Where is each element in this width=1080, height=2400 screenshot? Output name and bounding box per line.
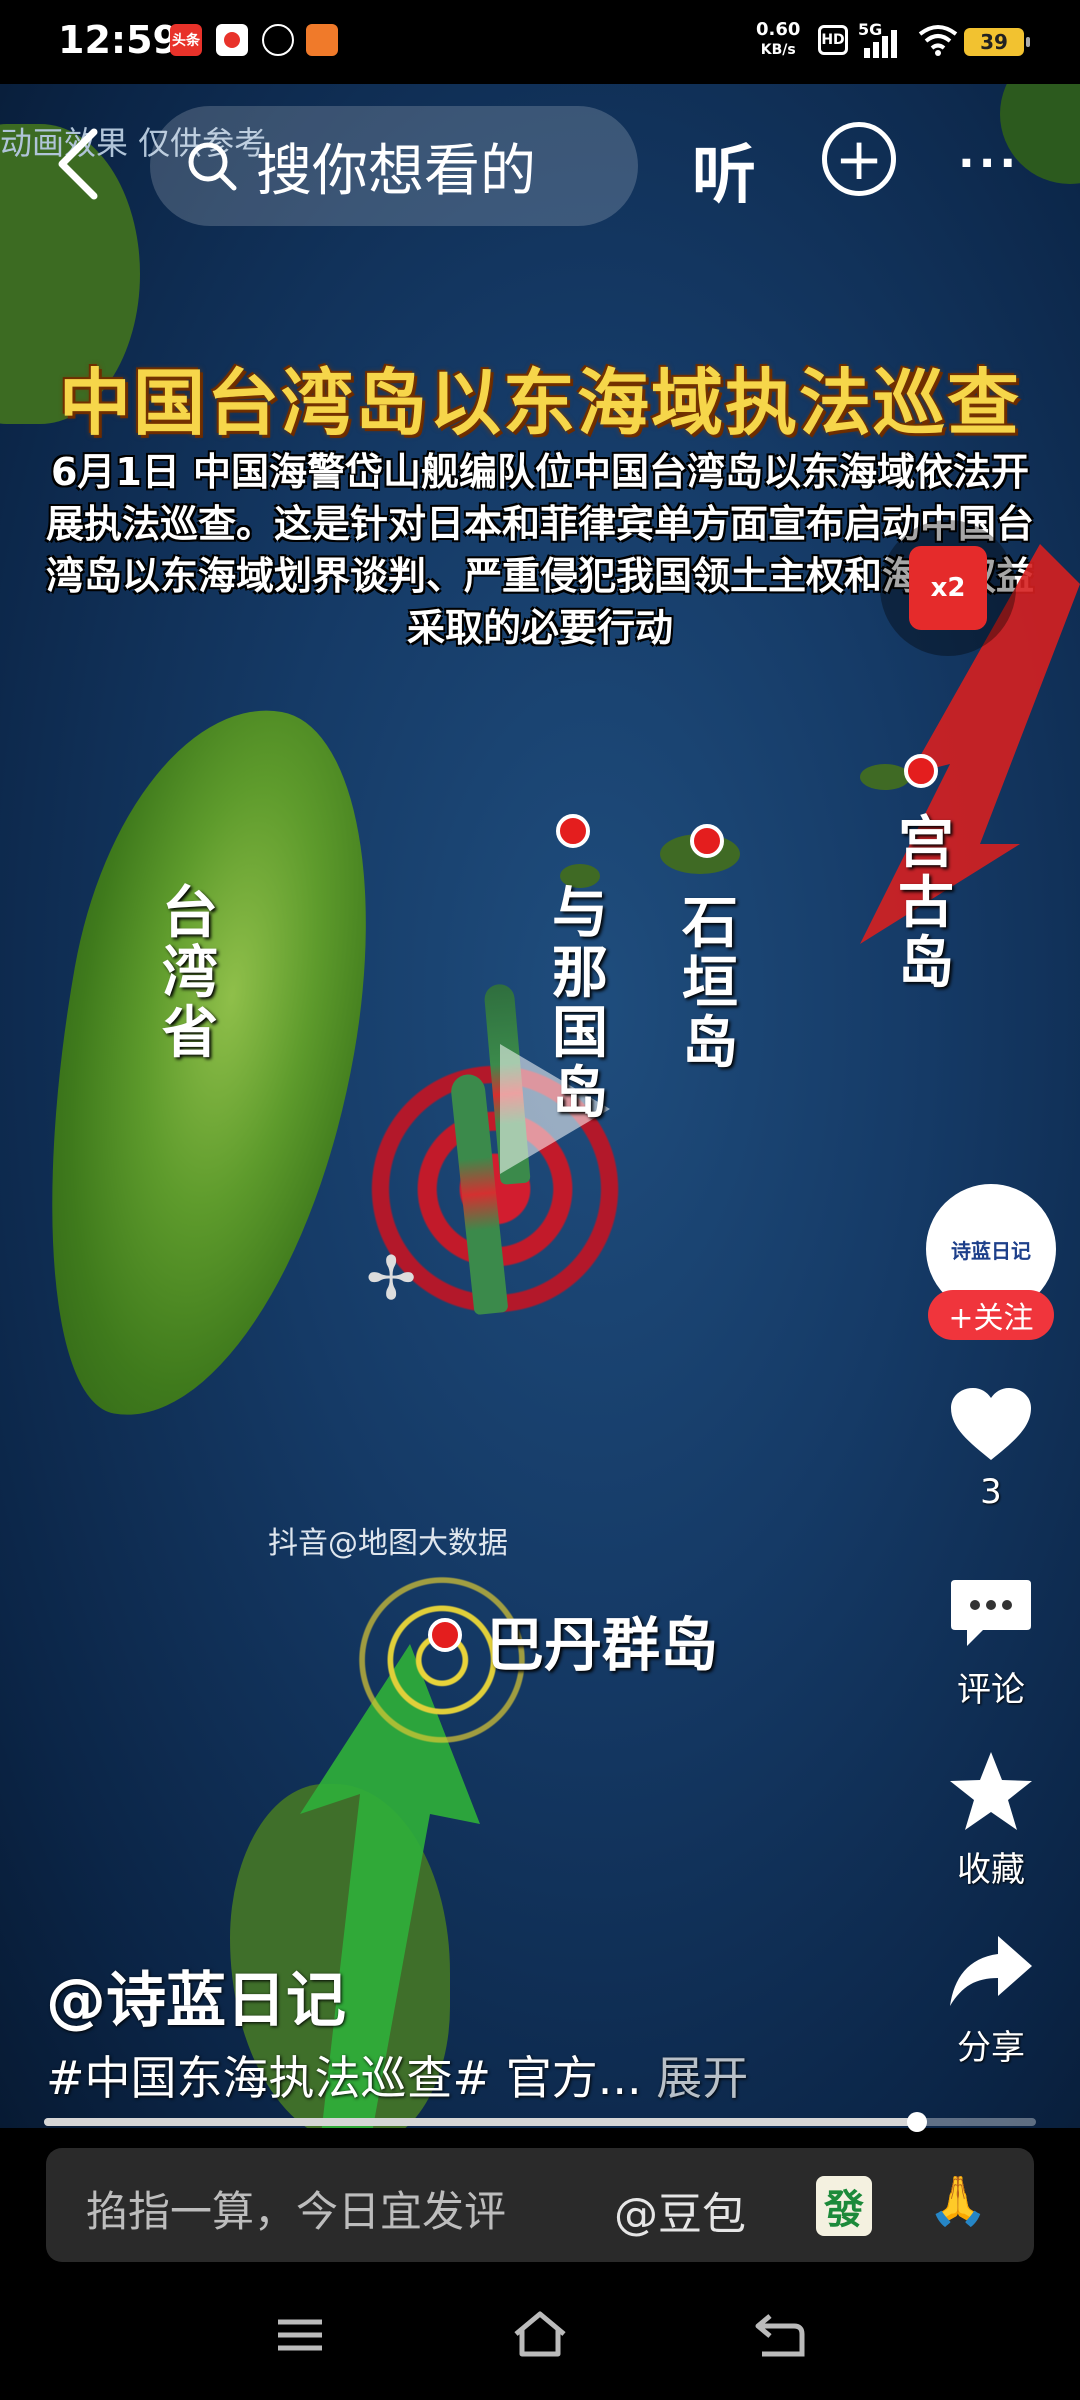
share-button[interactable]: 分享	[926, 1932, 1056, 2069]
status-bar: 12:59 头条 0.60 KB/s HD 5G 39	[0, 0, 1080, 84]
more-button[interactable]: ···	[958, 138, 1020, 189]
like-button[interactable]: 3	[926, 1386, 1056, 1512]
favorite-label: 收藏	[957, 1850, 1025, 1890]
add-button[interactable]: +	[822, 122, 896, 196]
net-speed: 0.60 KB/s	[756, 20, 800, 60]
comment-label: 评论	[957, 1670, 1025, 1710]
status-time: 12:59	[58, 18, 179, 62]
ishigaki-marker	[690, 824, 724, 858]
author-name[interactable]: @诗蓝日记	[46, 1952, 346, 2039]
app-icon-2	[262, 24, 294, 56]
navigation-bar	[0, 2270, 1080, 2400]
video-title: 中国台湾岛以东海域执法巡查	[58, 361, 1021, 445]
yonaguni-marker	[556, 814, 590, 848]
video-description[interactable]: #中国东海执法巡查# 官方... 展开	[46, 2042, 748, 2108]
net-speed-value: 0.60	[756, 19, 801, 40]
wifi-icon	[918, 25, 958, 56]
signal-icon: 5G	[858, 20, 904, 60]
heart-icon	[951, 1388, 1031, 1460]
favorite-button[interactable]: 收藏	[926, 1750, 1056, 1891]
hands-emoji-button[interactable]: 🙏	[928, 2172, 988, 2229]
like-count: 3	[980, 1472, 1002, 1512]
video-watermark: 抖音@地图大数据	[268, 1526, 508, 1561]
search-icon	[188, 142, 237, 191]
search-placeholder: 搜你想看的	[256, 138, 536, 204]
battery-icon: 39	[964, 28, 1030, 56]
comment-input[interactable]: 掐指一算，今日宜发评	[86, 2178, 506, 2239]
ishigaki-label: 石垣岛	[682, 891, 738, 1076]
red-packet-icon: x2	[909, 546, 987, 630]
hd-icon: HD	[818, 25, 848, 55]
red-packet-button[interactable]: x2	[880, 520, 1016, 656]
menu-icon[interactable]	[270, 2310, 330, 2360]
toutiao-icon: 头条	[170, 24, 202, 56]
expand-button[interactable]: 展开	[656, 2051, 748, 2105]
comment-icon	[951, 1580, 1031, 1646]
helicopter-icon: ✢	[366, 1244, 417, 1314]
net-speed-unit: KB/s	[760, 42, 796, 58]
progress-fill	[44, 2118, 917, 2126]
progress-knob[interactable]	[906, 2112, 927, 2132]
miyako-label: 宫古岛	[898, 811, 954, 996]
back-nav-icon[interactable]	[750, 2310, 810, 2360]
batanes-marker	[428, 1618, 462, 1652]
batanes-label: 巴丹群岛	[486, 1611, 719, 1679]
description-text: #中国东海执法巡查# 官方...	[46, 2051, 642, 2105]
taiwan-label: 台湾省	[162, 881, 218, 1066]
home-icon[interactable]	[510, 2310, 570, 2360]
top-bar: 搜你想看的 听 + ···	[0, 84, 1080, 244]
share-icon	[950, 1936, 1032, 2006]
mahjong-emoji-button[interactable]: 發	[816, 2176, 872, 2236]
video-player[interactable]: 动画效果 仅供参考 中国台湾岛以东海域执法巡查 6月1日 中国海警岱山舰编队位中…	[0, 84, 1080, 2128]
at-doubao-button[interactable]: @豆包	[614, 2178, 746, 2242]
miyako-marker	[904, 754, 938, 788]
comment-button[interactable]: 评论	[926, 1576, 1056, 1711]
app-icon	[216, 24, 248, 56]
share-label: 分享	[957, 2028, 1025, 2068]
follow-button[interactable]: +关注	[928, 1290, 1054, 1340]
search-bar[interactable]: 搜你想看的	[150, 106, 638, 226]
comment-input-bar[interactable]: 掐指一算，今日宜发评 @豆包 發 🙏	[46, 2148, 1034, 2262]
app-icon-3	[306, 24, 338, 56]
listen-button[interactable]: 听	[692, 124, 756, 216]
yonaguni-label: 与那国岛	[552, 881, 608, 1126]
star-icon	[950, 1752, 1032, 1830]
video-progress-bar[interactable]	[44, 2112, 1036, 2132]
back-button[interactable]	[50, 124, 110, 204]
